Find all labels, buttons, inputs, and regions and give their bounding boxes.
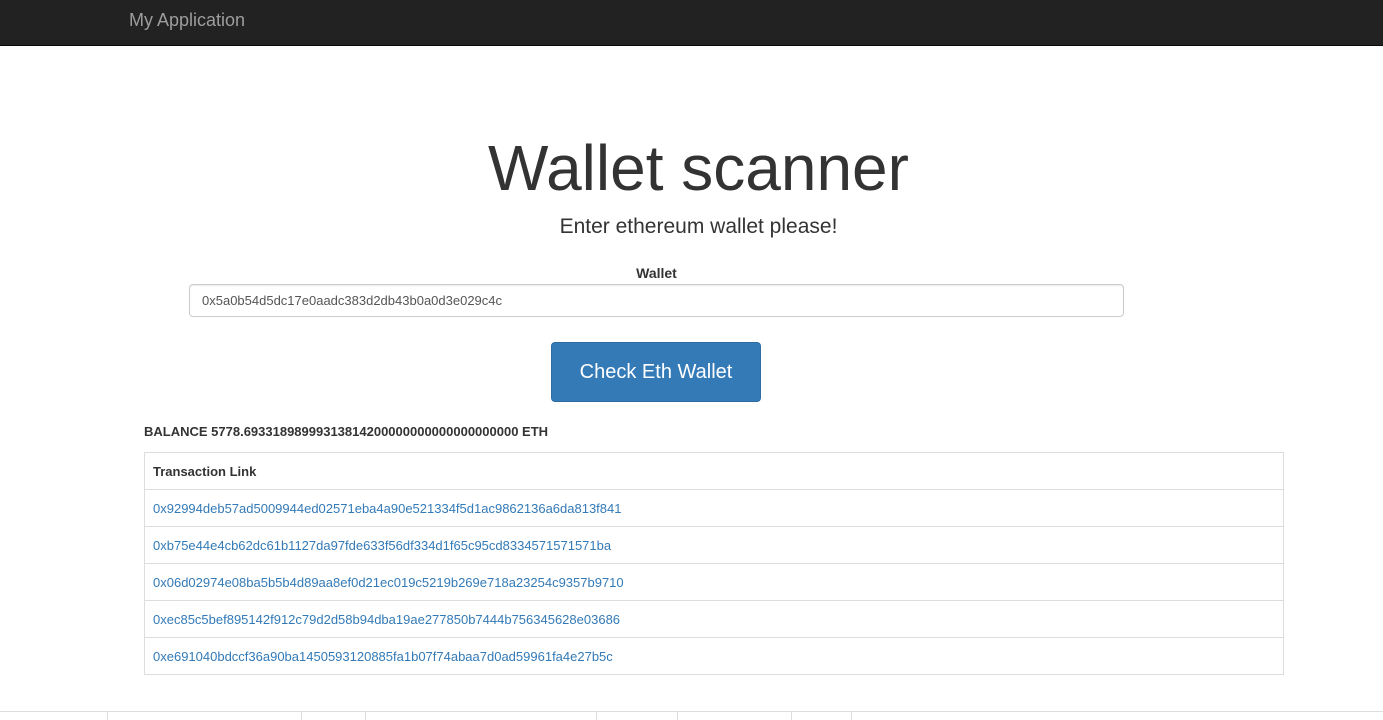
transaction-link[interactable]: 0xec85c5bef895142f912c79d2d58b94dba19ae2…	[153, 612, 620, 627]
table-cell: 0xb75e44e4cb62dc61b1127da97fde633f56df33…	[144, 526, 1284, 564]
transaction-link[interactable]: 0xb75e44e4cb62dc61b1127da97fde633f56df33…	[153, 538, 611, 553]
wallet-input[interactable]	[189, 284, 1124, 317]
transaction-link-header: Transaction Link	[144, 452, 1284, 490]
table-row: 0xec85c5bef895142f912c79d2d58b94dba19ae2…	[144, 600, 1284, 638]
navbar-brand[interactable]: My Application	[129, 10, 245, 30]
table-cell: 0xe691040bdccf36a90ba1450593120885fa1b07…	[144, 637, 1284, 675]
transaction-link[interactable]: 0x92994deb57ad5009944ed02571eba4a90e5213…	[153, 501, 621, 516]
transactions-table: Transaction Link 0x92994deb57ad5009944ed…	[144, 452, 1284, 675]
navbar: My Application	[0, 0, 1383, 46]
table-row: 0x06d02974e08ba5b5b4d89aa8ef0d21ec019c52…	[144, 563, 1284, 601]
page-subtitle: Enter ethereum wallet please!	[559, 215, 838, 238]
wallet-label: Wallet	[636, 265, 677, 281]
table-header-row: Transaction Link	[144, 452, 1284, 490]
table-row: 0xe691040bdccf36a90ba1450593120885fa1b07…	[144, 637, 1284, 675]
table-row: 0xb75e44e4cb62dc61b1127da97fde633f56df33…	[144, 526, 1284, 564]
table-cell: 0x92994deb57ad5009944ed02571eba4a90e5213…	[144, 489, 1284, 527]
table-cell: 0x06d02974e08ba5b5b4d89aa8ef0d21ec019c52…	[144, 563, 1284, 601]
page-title: Wallet scanner	[488, 132, 909, 204]
transaction-link[interactable]: 0xe691040bdccf36a90ba1450593120885fa1b07…	[153, 649, 613, 664]
check-eth-wallet-button[interactable]: Check Eth Wallet	[551, 342, 761, 402]
table-cell: 0xec85c5bef895142f912c79d2d58b94dba19ae2…	[144, 600, 1284, 638]
bottom-divider	[0, 711, 1383, 720]
balance-text: BALANCE 5778.693318989993138142000000000…	[144, 424, 549, 439]
transaction-link[interactable]: 0x06d02974e08ba5b5b4d89aa8ef0d21ec019c52…	[153, 575, 624, 590]
table-row: 0x92994deb57ad5009944ed02571eba4a90e5213…	[144, 489, 1284, 527]
